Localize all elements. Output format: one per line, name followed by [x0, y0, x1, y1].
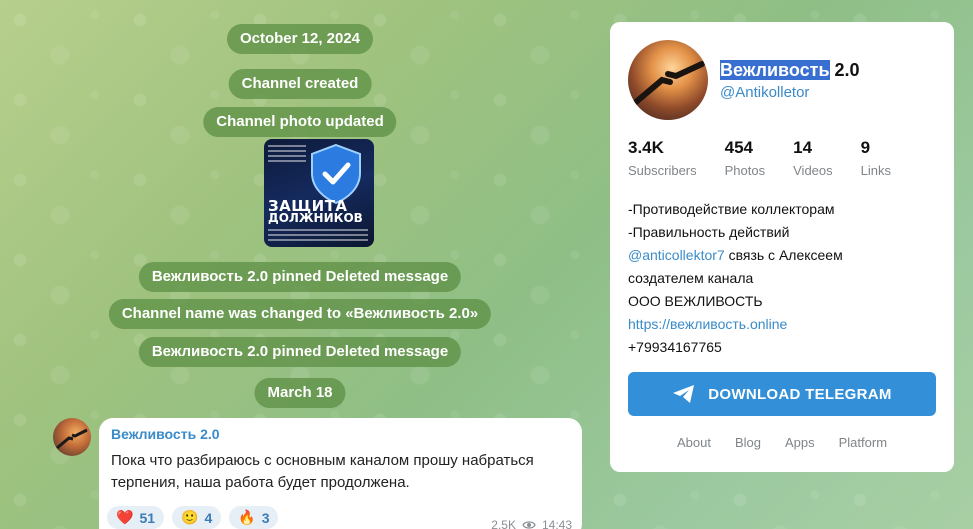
date-separator: March 18 [254, 378, 346, 408]
message-text: Пока что разбираюсь с основным каналом п… [111, 450, 570, 494]
stat-number: 9 [860, 138, 871, 157]
channel-stats: 3.4K Subscribers 454 Photos 14 Videos 9 … [628, 138, 919, 178]
channel-info-card: Вежливость 2.0 @Antikolletor 3.4K Subscr… [610, 22, 954, 472]
footer-link-blog[interactable]: Blog [735, 435, 761, 450]
description-line: создателем канала [628, 270, 754, 286]
thumb-text-lines [268, 145, 306, 165]
message-meta: 2.5K 14:43 [491, 518, 572, 529]
smile-icon: 🙂 [181, 509, 199, 525]
stat-number: 14 [793, 138, 813, 157]
shield-icon [311, 143, 361, 205]
reaction-heart[interactable]: ❤️ 51 [107, 506, 165, 529]
hands-icon [633, 61, 705, 105]
footer-link-about[interactable]: About [677, 435, 711, 450]
heart-icon: ❤️ [116, 509, 134, 525]
footer-link-apps[interactable]: Apps [785, 435, 815, 450]
website-link[interactable]: https://вежливость.online [628, 313, 843, 336]
description-text: связь с Алексеем [724, 247, 843, 263]
channel-name-rest: 2.0 [829, 60, 860, 80]
stat-subscribers: 3.4K Subscribers [628, 138, 697, 178]
service-message: Вежливость 2.0 pinned Deleted message [138, 262, 462, 292]
channel-avatar [628, 40, 708, 120]
date-separator: October 12, 2024 [226, 24, 374, 54]
view-count: 2.5K [491, 518, 516, 529]
stat-label: Subscribers [628, 163, 697, 178]
download-label: DOWNLOAD TELEGRAM [708, 385, 892, 403]
service-message: Вежливость 2.0 pinned Deleted message [138, 337, 462, 367]
reaction-count: 4 [204, 509, 213, 526]
description-line: -Противодействие коллекторам [628, 201, 835, 217]
download-telegram-button[interactable]: DOWNLOAD TELEGRAM [628, 372, 936, 416]
phone-number: +79934167765 [628, 339, 722, 355]
stat-label: Videos [793, 163, 833, 178]
description-line: @anticollektor7 связь с Алексеем [628, 244, 843, 267]
service-message: Channel created [228, 69, 372, 99]
description-line: ООО ВЕЖЛИВОСТЬ [628, 293, 763, 309]
photo-subtitle: ДОЛЖНИКОВ [268, 211, 363, 225]
reactions: ❤️ 51 🙂 4 🔥 3 [107, 506, 279, 529]
hands-icon [56, 428, 88, 450]
fire-icon: 🔥 [238, 509, 256, 525]
stat-number: 3.4K [628, 138, 664, 157]
channel-handle[interactable]: @Antikolletor [720, 84, 809, 101]
reaction-smile[interactable]: 🙂 4 [172, 506, 222, 529]
stat-number: 454 [724, 138, 754, 157]
message-line: терпения, наша работа будет продолжена. [111, 474, 410, 491]
channel-name-highlight: Вежливость [720, 60, 830, 80]
message-feed: October 12, 2024 Channel created Channel… [0, 0, 600, 529]
service-message: Channel photo updated [203, 107, 397, 137]
reaction-fire[interactable]: 🔥 3 [229, 506, 279, 529]
thumb-text-lines [268, 229, 368, 244]
eye-icon [522, 521, 536, 529]
contact-link[interactable]: @anticollektor7 [628, 247, 725, 263]
message-time: 14:43 [541, 518, 572, 529]
stat-label: Photos [724, 163, 766, 178]
stat-links: 9 Links [861, 138, 891, 178]
avatar[interactable] [53, 418, 91, 456]
channel-photo-thumbnail[interactable]: ЗАЩИТА ДОЛЖНИКОВ [264, 139, 374, 247]
footer-links: About Blog Apps Platform [610, 435, 954, 450]
channel-name: Вежливость 2.0 [720, 60, 860, 81]
channel-description: -Противодействие коллекторам -Правильнос… [628, 198, 843, 359]
message-bubble: Вежливость 2.0 Пока что разбираюсь с осн… [99, 418, 582, 529]
reaction-count: 51 [139, 509, 156, 526]
reaction-count: 3 [261, 509, 270, 526]
stat-label: Links [860, 163, 891, 178]
message-line: Пока что разбираюсь с основным каналом п… [111, 452, 534, 469]
service-message: Channel name was changed to «Вежливость … [108, 299, 492, 329]
telegram-plane-icon [673, 385, 695, 403]
description-line: -Правильность действий [628, 224, 790, 240]
stat-videos: 14 Videos [793, 138, 833, 178]
footer-link-platform[interactable]: Platform [839, 435, 887, 450]
message-author[interactable]: Вежливость 2.0 [111, 426, 570, 442]
stat-photos: 454 Photos [725, 138, 765, 178]
